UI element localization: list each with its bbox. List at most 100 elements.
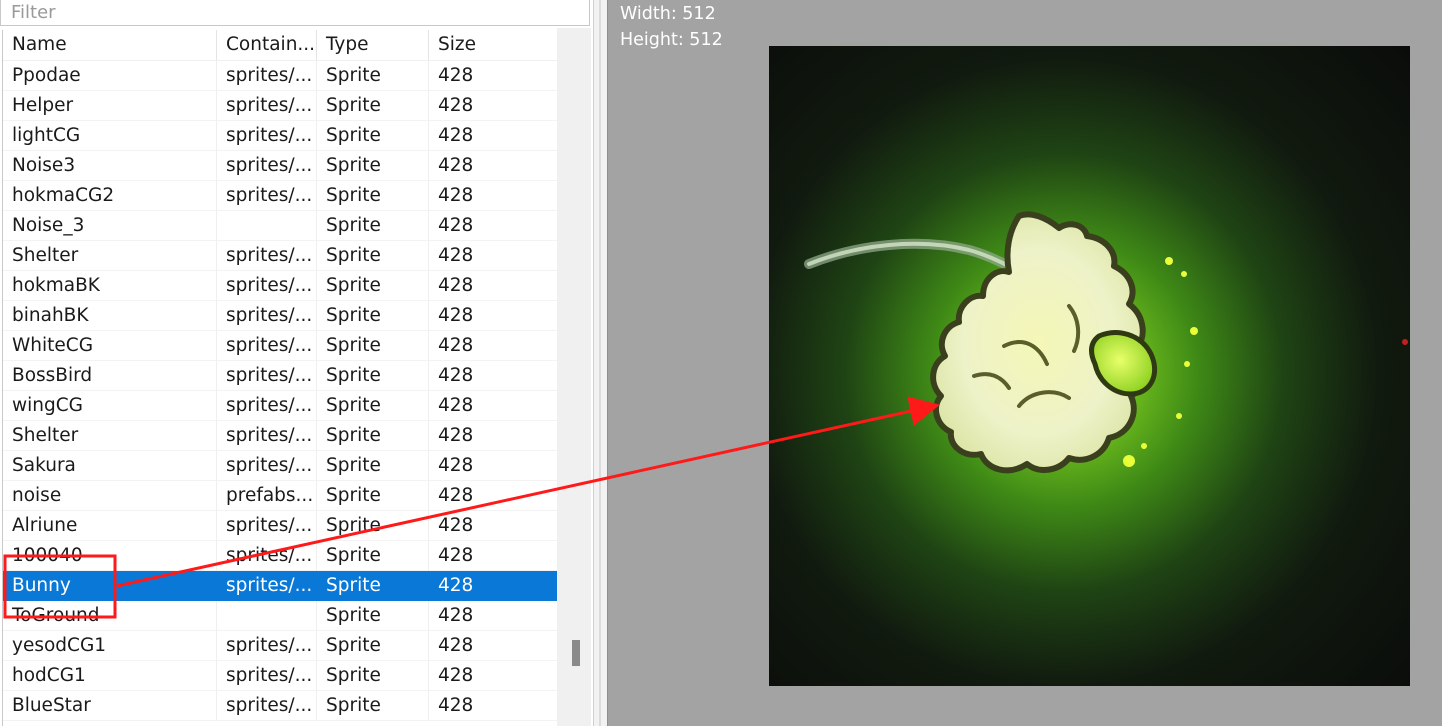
table-body: Ppodae sprites/... Sprite 428 Helper sprites/… (3, 61, 558, 721)
asset-name-cell: wingCG (3, 391, 217, 421)
table-row[interactable]: Helper sprites/... Sprite 428 (3, 91, 558, 121)
asset-size-cell: 428 (429, 421, 558, 451)
table-row[interactable]: BlueStar sprites/... Sprite 428 (3, 691, 558, 721)
asset-container-cell: sprites/... (217, 361, 317, 391)
asset-type-cell: Sprite (317, 121, 429, 151)
table-row[interactable]: binahBK sprites/... Sprite 428 (3, 301, 558, 331)
column-header-type[interactable]: Type (317, 30, 429, 60)
asset-size-cell: 428 (429, 511, 558, 541)
asset-type-cell: Sprite (317, 391, 429, 421)
asset-container-cell: sprites/... (217, 571, 317, 601)
asset-container-cell: sprites/... (217, 181, 317, 211)
asset-size-cell: 428 (429, 541, 558, 571)
asset-container-cell: sprites/... (217, 451, 317, 481)
asset-list-panel: Name Contain... Type Size Ppodaesprites/… (0, 0, 593, 726)
column-header-container[interactable]: Contain... (217, 30, 317, 60)
asset-size-cell: 428 (429, 361, 558, 391)
asset-size-cell: 428 (429, 61, 558, 91)
asset-type-cell: Sprite (317, 601, 429, 631)
asset-container-cell: sprites/... (217, 91, 317, 121)
table-row[interactable]: yesodCG1 sprites/... Sprite 428 (3, 631, 558, 661)
asset-type-cell: Sprite (317, 541, 429, 571)
asset-name-cell: Ppodae (3, 61, 217, 91)
table-row[interactable]: Noise3 sprites/... Sprite 428 (3, 151, 558, 181)
asset-size-cell: 428 (429, 571, 558, 601)
asset-size-cell: 428 (429, 241, 558, 271)
asset-name-cell: 100040 (3, 541, 217, 571)
asset-size-cell: 428 (429, 661, 558, 691)
asset-name-cell: hokmaCG2 (3, 181, 217, 211)
asset-size-cell: 428 (429, 691, 558, 721)
sprite-preview (769, 46, 1410, 686)
asset-container-cell: prefabs... (217, 481, 317, 511)
asset-container-cell: sprites/... (217, 271, 317, 301)
asset-type-cell: Sprite (317, 571, 429, 601)
asset-size-cell: 428 (429, 271, 558, 301)
asset-size-cell: 428 (429, 211, 558, 241)
asset-type-cell: Sprite (317, 511, 429, 541)
list-scrollbar[interactable] (557, 28, 591, 726)
asset-container-cell: sprites/... (217, 121, 317, 151)
asset-type-cell: Sprite (317, 301, 429, 331)
asset-container-cell: sprites/... (217, 391, 317, 421)
asset-name-cell: Shelter (3, 421, 217, 451)
table-row[interactable]: wingCG sprites/... Sprite 428 (3, 391, 558, 421)
preview-panel: Width: 512 Height: 512 (608, 0, 1442, 726)
asset-size-cell: 428 (429, 91, 558, 121)
asset-table: Name Contain... Type Size Ppodae sprites/… (2, 30, 558, 726)
asset-name-cell: hodCG1 (3, 661, 217, 691)
table-row[interactable]: BossBird sprites/... Sprite 428 (3, 361, 558, 391)
asset-name-cell: Noise3 (3, 151, 217, 181)
asset-type-cell: Sprite (317, 241, 429, 271)
asset-size-cell: 428 (429, 301, 558, 331)
asset-container-cell: sprites/... (217, 151, 317, 181)
asset-name-cell: noise (3, 481, 217, 511)
asset-name-cell: Noise_3 (3, 211, 217, 241)
table-row[interactable]: WhiteCG sprites/... Sprite 428 (3, 331, 558, 361)
table-row[interactable]: Shelter sprites/... Sprite 428 (3, 421, 558, 451)
asset-container-cell: sprites/... (217, 661, 317, 691)
asset-container-cell: sprites/... (217, 421, 317, 451)
table-row[interactable]: hokmaCG2 sprites/... Sprite 428 (3, 181, 558, 211)
table-row[interactable]: Alriune sprites/... Sprite 428 (3, 511, 558, 541)
filter-input[interactable] (0, 0, 590, 26)
table-row[interactable]: ToGround Sprite 428 (3, 601, 558, 631)
asset-container-cell: sprites/... (217, 61, 317, 91)
asset-name-cell: Bunny (3, 571, 217, 601)
panel-splitter[interactable] (593, 0, 608, 726)
asset-size-cell: 428 (429, 451, 558, 481)
asset-size-cell: 428 (429, 121, 558, 151)
asset-type-cell: Sprite (317, 61, 429, 91)
height-label: Height: 512 (620, 30, 723, 50)
asset-name-cell: Shelter (3, 241, 217, 271)
asset-name-cell: Alriune (3, 511, 217, 541)
table-row[interactable]: Ppodae sprites/... Sprite 428 (3, 61, 558, 91)
table-row[interactable]: Shelter sprites/... Sprite 428 (3, 241, 558, 271)
table-row[interactable]: 100040 sprites/... Sprite 428 (3, 541, 558, 571)
asset-size-cell: 428 (429, 151, 558, 181)
table-row[interactable]: Noise_3 Sprite 428 (3, 211, 558, 241)
asset-name-cell: lightCG (3, 121, 217, 151)
asset-type-cell: Sprite (317, 631, 429, 661)
asset-name-cell: BlueStar (3, 691, 217, 721)
asset-type-cell: Sprite (317, 481, 429, 511)
column-header-name[interactable]: Name (3, 30, 217, 60)
scrollbar-thumb[interactable] (572, 640, 580, 666)
table-row[interactable]: Sakura sprites/... Sprite 428 (3, 451, 558, 481)
table-row[interactable]: lightCG sprites/... Sprite 428 (3, 121, 558, 151)
asset-size-cell: 428 (429, 331, 558, 361)
asset-name-cell: yesodCG1 (3, 631, 217, 661)
asset-type-cell: Sprite (317, 91, 429, 121)
table-row[interactable]: noise prefabs... Sprite 428 (3, 481, 558, 511)
asset-type-cell: Sprite (317, 421, 429, 451)
asset-container-cell: sprites/... (217, 331, 317, 361)
width-label: Width: 512 (620, 4, 716, 24)
asset-size-cell: 428 (429, 601, 558, 631)
asset-container-cell: sprites/... (217, 511, 317, 541)
table-row[interactable]: hokmaBK sprites/... Sprite 428 (3, 271, 558, 301)
table-row-selected[interactable]: Bunny sprites/... Sprite 428 (3, 571, 558, 601)
asset-container-cell: sprites/... (217, 301, 317, 331)
asset-type-cell: Sprite (317, 181, 429, 211)
table-row[interactable]: hodCG1 sprites/... Sprite 428 (3, 661, 558, 691)
column-header-size[interactable]: Size (429, 30, 558, 60)
